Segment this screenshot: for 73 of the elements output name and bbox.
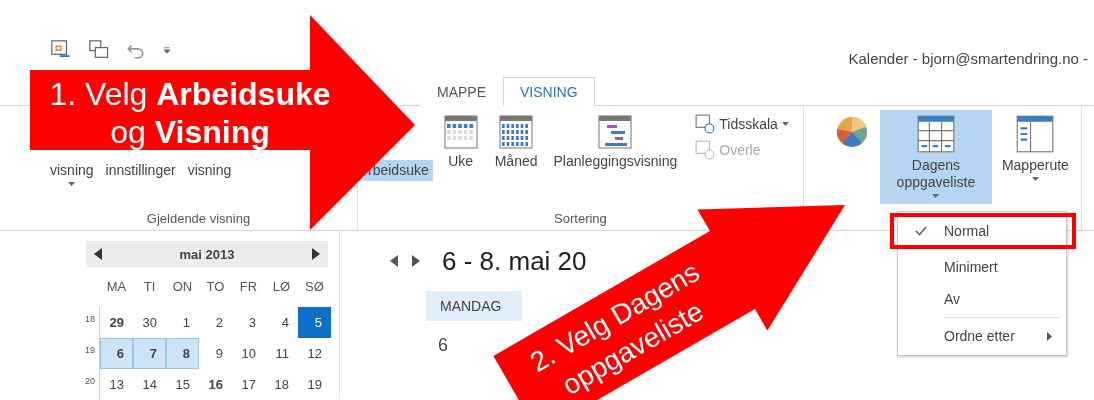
ribbon-button[interactable]: Måned <box>488 110 544 176</box>
calendar-day[interactable]: 7 <box>133 338 166 369</box>
menu-item[interactable]: Av <box>898 283 1066 315</box>
window-title: Kalender - bjorn@smartendring.no - <box>848 50 1088 67</box>
calendar-clock-icon <box>695 114 716 134</box>
calendar-day[interactable]: 16 <box>199 369 232 400</box>
ribbon-button[interactable]: Uke <box>436 110 485 176</box>
submenu-icon <box>1047 331 1052 341</box>
caret-icon <box>781 122 789 126</box>
weekday-label: SØ <box>304 278 325 296</box>
ribbon-button[interactable]: Planleggingsvisning <box>547 110 684 176</box>
ribbon-button[interactable]: visning <box>183 160 236 181</box>
group-label: Sortering <box>553 211 608 228</box>
calendar-day[interactable]: 13 <box>100 369 133 400</box>
calendar-day[interactable]: 11 <box>265 338 298 369</box>
calendar-day[interactable]: 29 <box>100 307 133 338</box>
month-name: mai 2013 <box>179 246 235 262</box>
calendar-day[interactable]: 3 <box>232 307 265 338</box>
menu-item[interactable]: Minimert <box>898 251 1066 283</box>
calendar-day[interactable]: 19 <box>298 369 331 400</box>
weekday-label: FR <box>238 278 259 296</box>
ribbon-tab[interactable]: VISNING <box>503 77 595 106</box>
calendar-grid-icon <box>442 114 479 150</box>
ribbon-button[interactable]: visning <box>46 160 98 188</box>
cards-icon <box>88 39 110 61</box>
weekday-label: TI <box>142 278 157 296</box>
calendar-day[interactable]: 5 <box>298 307 331 338</box>
weekday-label: MA <box>105 278 128 296</box>
calendar-grid-icon <box>498 114 535 150</box>
calendar-day[interactable]: 18 <box>265 369 298 400</box>
ribbon-button[interactable]: Dagens oppgaveliste <box>879 110 992 204</box>
callout-text: 1. Velg Arbeidsuke <box>48 75 332 113</box>
calendar-day[interactable]: 30 <box>133 307 166 338</box>
previous-icon[interactable] <box>94 248 102 260</box>
calendar-clock-icon <box>695 140 716 160</box>
check-icon <box>915 226 927 236</box>
menu-item[interactable]: Normal <box>892 215 1074 247</box>
calendar-day[interactable]: 12 <box>298 338 331 369</box>
weekday-label: LØ <box>271 278 292 296</box>
calendar-day[interactable]: 8 <box>166 338 199 369</box>
day-number: 6 <box>438 335 448 356</box>
calendar-day[interactable]: 2 <box>199 307 232 338</box>
next-icon[interactable] <box>412 255 420 267</box>
week-number: 18 <box>80 307 100 338</box>
ribbon-button[interactable]: rbeidsuke <box>364 160 433 181</box>
schedule-icon <box>597 114 634 150</box>
calendar-day[interactable]: 15 <box>166 369 199 400</box>
previous-icon[interactable] <box>390 255 398 267</box>
pane-layout-icon <box>1015 114 1056 154</box>
menu-item[interactable]: Ordne etter <box>898 320 1066 352</box>
task-list-icon <box>915 114 956 154</box>
calendar-day[interactable]: 17 <box>232 369 265 400</box>
customize-icon <box>162 45 172 55</box>
calendar-day[interactable]: 10 <box>232 338 265 369</box>
next-icon[interactable] <box>312 248 320 260</box>
weekday-label: TO <box>205 278 226 296</box>
date-range: 6 - 8. mai 20 <box>442 245 587 277</box>
group-label: Gjeldende visning <box>145 211 252 228</box>
caret-icon <box>1031 177 1039 181</box>
calendar-day[interactable]: 4 <box>265 307 298 338</box>
caret-icon <box>68 182 76 186</box>
calendar-day[interactable]: 9 <box>199 338 232 369</box>
day-header: MANDAG <box>426 291 522 321</box>
calendar-day[interactable]: 6 <box>100 338 133 369</box>
weekday-label: ON <box>171 278 194 296</box>
calendar-day[interactable]: 14 <box>133 369 166 400</box>
week-number: 20 <box>80 369 100 400</box>
ribbon-button[interactable]: Mapperute <box>995 110 1075 187</box>
caret-icon <box>932 194 940 198</box>
ribbon-small-button[interactable]: Tidsskala <box>695 114 789 134</box>
callout-text: og Visning <box>109 113 271 151</box>
calendar-day[interactable]: 1 <box>166 307 199 338</box>
ribbon-button[interactable]: innstillinger <box>101 160 180 181</box>
